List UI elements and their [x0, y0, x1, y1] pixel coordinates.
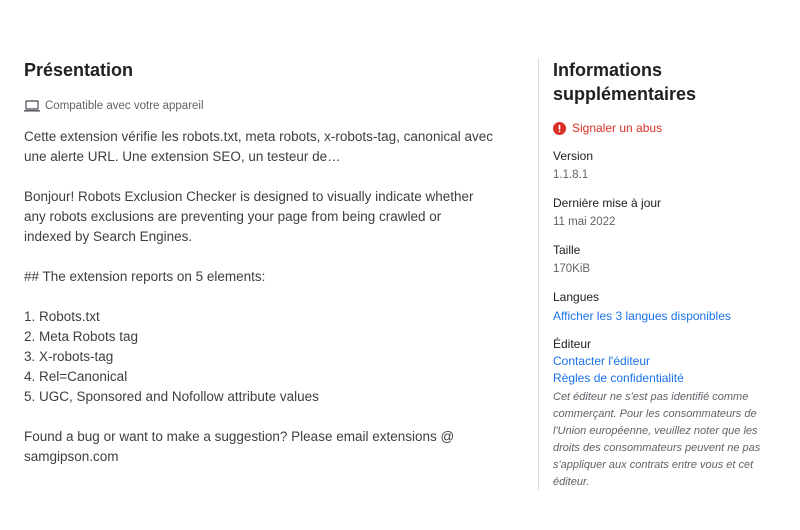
- description-line: 5. UGC, Sponsored and Nofollow attribute…: [24, 389, 319, 404]
- publisher-label: Éditeur: [553, 337, 592, 351]
- additional-info-title: Informations supplémentaires: [553, 58, 781, 106]
- description-line: [24, 407, 494, 427]
- additional-info-section: Informations supplémentaires Signaler un…: [553, 58, 781, 491]
- updated-value: 11 mai 2022: [553, 216, 616, 228]
- compatibility-note: Compatible avec votre appareil: [24, 98, 494, 114]
- description-line: [24, 247, 494, 267]
- version-value: 1.1.8.1: [553, 169, 589, 181]
- laptop-icon: [24, 100, 40, 112]
- compatibility-text: Compatible avec votre appareil: [45, 100, 204, 112]
- size-value: 170KiB: [553, 263, 591, 275]
- description-block: Bonjour! Robots Exclusion Checker is des…: [24, 187, 494, 467]
- description-line: [24, 287, 494, 307]
- report-abuse-link[interactable]: Signaler un abus: [553, 120, 781, 136]
- description-line: ## The extension reports on 5 elements:: [24, 269, 266, 284]
- privacy-policy-link[interactable]: Règles de confidentialité: [553, 370, 781, 386]
- overview-title: Présentation: [24, 60, 134, 80]
- description-line: any robots exclusions are preventing you…: [24, 209, 442, 224]
- description-line: samgipson.com: [24, 449, 119, 464]
- description-line: Found a bug or want to make a suggestion…: [24, 429, 455, 444]
- additional-info-title-line1: Informations: [553, 60, 663, 80]
- description-line: 3. X-robots-tag: [24, 349, 114, 364]
- additional-info-title-line2: supplémentaires: [553, 84, 697, 104]
- overview-section: Présentation Compatible avec votre appar…: [24, 58, 494, 467]
- description-line: 2. Meta Robots tag: [24, 329, 139, 344]
- report-abuse-label: Signaler un abus: [572, 121, 663, 135]
- column-divider: [538, 58, 539, 490]
- description-line: Bonjour! Robots Exclusion Checker is des…: [24, 189, 474, 204]
- alert-circle-icon: [553, 121, 566, 135]
- show-languages-link[interactable]: Afficher les 3 langues disponibles: [553, 308, 781, 324]
- version-label: Version: [553, 149, 594, 163]
- description-line: 4. Rel=Canonical: [24, 369, 128, 384]
- size-label: Taille: [553, 243, 581, 257]
- description-line: indexed by Search Engines.: [24, 229, 193, 244]
- languages-label: Langues: [553, 290, 600, 304]
- trader-notice: Cet éditeur ne s'est pas identifié comme…: [553, 391, 761, 488]
- summary-text: Cette extension vérifie les robots.txt, …: [24, 129, 493, 164]
- description-line: 1. Robots.txt: [24, 309, 100, 324]
- contact-publisher-link[interactable]: Contacter l'éditeur: [553, 353, 781, 369]
- updated-label: Dernière mise à jour: [553, 196, 662, 210]
